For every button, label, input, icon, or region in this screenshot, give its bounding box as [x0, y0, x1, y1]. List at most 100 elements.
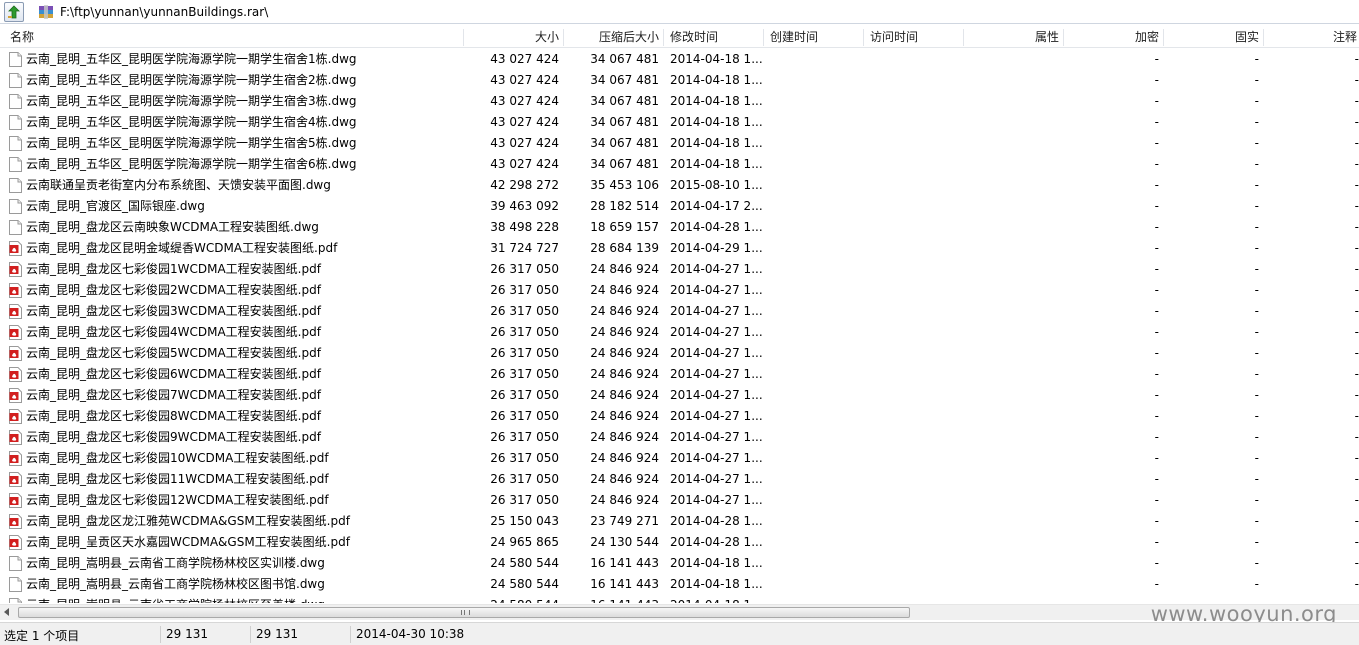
file-row[interactable]: 云南_昆明_盘龙区七彩俊园10WCDMA工程安装图纸.pdf 26 317 050…: [0, 448, 1359, 469]
col-attributes[interactable]: 属性: [964, 27, 1059, 47]
file-row[interactable]: 云南_昆明_盘龙区七彩俊园1WCDMA工程安装图纸.pdf 26 317 050 2…: [0, 259, 1359, 280]
pdf-file-icon: [9, 325, 22, 340]
file-name: 云南_昆明_五华区_昆明医学院海源学院一期学生宿舍4栋.dwg: [26, 115, 357, 129]
file-size: 26 317 050: [490, 346, 559, 360]
col-solid[interactable]: 固实: [1164, 27, 1259, 47]
file-icon: [9, 157, 22, 172]
file-row[interactable]: 云南_昆明_呈贡区天水嘉园WCDMA&GSM工程安装图纸.pdf 24 965 8…: [0, 532, 1359, 553]
file-solid: -: [1354, 514, 1359, 528]
file-name: 云南_昆明_嵩明县_云南省工商学院杨林校区实训楼.dwg: [26, 556, 325, 570]
col-modified[interactable]: 修改时间: [670, 27, 718, 47]
pdf-file-icon: [9, 535, 22, 550]
file-modified: 2014-04-27 1...: [670, 493, 762, 507]
col-comment[interactable]: 注释: [1264, 27, 1357, 47]
file-packed-size: 34 067 481: [590, 73, 659, 87]
file-solid: -: [1354, 220, 1359, 234]
file-row[interactable]: 云南_昆明_盘龙区七彩俊园4WCDMA工程安装图纸.pdf 26 317 050 2…: [0, 322, 1359, 343]
file-size: 26 317 050: [490, 409, 559, 423]
file-packed-size: 24 846 924: [590, 451, 659, 465]
file-modified: 2014-04-27 1...: [670, 472, 762, 486]
file-solid: -: [1354, 199, 1359, 213]
file-size: 26 317 050: [490, 367, 559, 381]
file-solid: -: [1354, 262, 1359, 276]
file-row[interactable]: 云南_昆明_嵩明县_云南省工商学院杨林校区图书馆.dwg 24 580 544 16…: [0, 574, 1359, 595]
file-row[interactable]: 云南_昆明_盘龙区七彩俊园9WCDMA工程安装图纸.pdf 26 317 050 2…: [0, 427, 1359, 448]
file-row[interactable]: 云南_昆明_盘龙区七彩俊园8WCDMA工程安装图纸.pdf 26 317 050 2…: [0, 406, 1359, 427]
file-size: 31 724 727: [490, 241, 559, 255]
pdf-file-icon: [9, 514, 22, 529]
file-row[interactable]: 云南_昆明_盘龙区昆明金域缇香WCDMA工程安装图纸.pdf 31 724 727…: [0, 238, 1359, 259]
file-icon: [9, 556, 22, 571]
file-modified: 2014-04-27 1...: [670, 346, 762, 360]
file-row[interactable]: 云南_昆明_盘龙区龙江雅苑WCDMA&GSM工程安装图纸.pdf 25 150 0…: [0, 511, 1359, 532]
file-packed-size: 34 067 481: [590, 94, 659, 108]
column-divider[interactable]: [763, 29, 764, 46]
file-modified: 2014-04-27 1...: [670, 304, 762, 318]
scroll-left-arrow-icon[interactable]: [4, 608, 9, 616]
file-size: 24 580 544: [490, 556, 559, 570]
file-row[interactable]: 云南_昆明_五华区_昆明医学院海源学院一期学生宿舍2栋.dwg 43 027 42…: [0, 70, 1359, 91]
col-created[interactable]: 创建时间: [770, 27, 818, 47]
up-folder-button[interactable]: [4, 1, 24, 22]
file-packed-size: 34 067 481: [590, 115, 659, 129]
file-solid: -: [1354, 451, 1359, 465]
file-row[interactable]: 云南_昆明_盘龙区七彩俊园3WCDMA工程安装图纸.pdf 26 317 050 2…: [0, 301, 1359, 322]
file-name: 云南_昆明_盘龙区七彩俊园7WCDMA工程安装图纸.pdf: [26, 388, 321, 402]
pdf-file-icon: [9, 472, 22, 487]
file-row[interactable]: 云南_昆明_五华区_昆明医学院海源学院一期学生宿舍1栋.dwg 43 027 42…: [0, 49, 1359, 70]
column-divider[interactable]: [663, 29, 664, 46]
file-packed-size: 24 846 924: [590, 388, 659, 402]
file-name: 云南_昆明_五华区_昆明医学院海源学院一期学生宿舍1栋.dwg: [26, 52, 357, 66]
file-solid: -: [1354, 136, 1359, 150]
file-name: 云南_昆明_盘龙区昆明金域缇香WCDMA工程安装图纸.pdf: [26, 241, 338, 255]
file-solid: -: [1354, 52, 1359, 66]
pdf-file-icon: [9, 451, 22, 466]
file-modified: 2014-04-18 1...: [670, 577, 762, 591]
file-row[interactable]: 云南_昆明_嵩明县_云南省工商学院杨林校区实训楼.dwg 24 580 544 16…: [0, 553, 1359, 574]
file-modified: 2014-04-27 1...: [670, 430, 762, 444]
col-name[interactable]: 名称: [10, 27, 34, 47]
col-size[interactable]: 大小: [464, 27, 559, 47]
file-row[interactable]: 云南_昆明_盘龙区七彩俊园7WCDMA工程安装图纸.pdf 26 317 050 2…: [0, 385, 1359, 406]
status-bar: 选定 1 个项目 29 131 29 131 2014-04-30 10:38: [0, 622, 1359, 645]
col-encrypted[interactable]: 加密: [1064, 27, 1159, 47]
file-icon: [9, 136, 22, 151]
file-solid: -: [1354, 493, 1359, 507]
pdf-file-icon: [9, 367, 22, 382]
file-name: 云南_昆明_盘龙区七彩俊园2WCDMA工程安装图纸.pdf: [26, 283, 321, 297]
file-name: 云南_昆明_盘龙区七彩俊园5WCDMA工程安装图纸.pdf: [26, 346, 321, 360]
file-modified: 2014-04-27 1...: [670, 283, 762, 297]
column-divider[interactable]: [863, 29, 864, 46]
grip-icon: [461, 610, 470, 615]
file-row[interactable]: 云南_昆明_盘龙区七彩俊园11WCDMA工程安装图纸.pdf 26 317 050…: [0, 469, 1359, 490]
file-modified: 2014-04-27 1...: [670, 388, 762, 402]
scrollbar-thumb[interactable]: [18, 607, 910, 618]
file-row[interactable]: 云南_昆明_盘龙区云南映象WCDMA工程安装图纸.dwg 38 498 228 18…: [0, 217, 1359, 238]
file-size: 26 317 050: [490, 430, 559, 444]
file-row[interactable]: 云南_昆明_五华区_昆明医学院海源学院一期学生宿舍3栋.dwg 43 027 42…: [0, 91, 1359, 112]
file-modified: 2015-08-10 1...: [670, 178, 762, 192]
file-size: 24 965 865: [490, 535, 559, 549]
col-packed-size[interactable]: 压缩后大小: [564, 27, 659, 47]
file-name: 云南_昆明_官渡区_国际银座.dwg: [26, 199, 205, 213]
file-row[interactable]: 云南_昆明_五华区_昆明医学院海源学院一期学生宿舍4栋.dwg 43 027 42…: [0, 112, 1359, 133]
file-solid: -: [1354, 556, 1359, 570]
file-name: 云南_昆明_呈贡区天水嘉园WCDMA&GSM工程安装图纸.pdf: [26, 535, 350, 549]
file-modified: 2014-04-27 1...: [670, 409, 762, 423]
file-size: 26 317 050: [490, 283, 559, 297]
file-row[interactable]: 云南_昆明_官渡区_国际银座.dwg 39 463 092 28 182 514 20…: [0, 196, 1359, 217]
file-solid: -: [1354, 241, 1359, 255]
file-modified: 2014-04-27 1...: [670, 367, 762, 381]
file-row[interactable]: 云南_昆明_盘龙区七彩俊园6WCDMA工程安装图纸.pdf 26 317 050 2…: [0, 364, 1359, 385]
pdf-file-icon: [9, 304, 22, 319]
file-row[interactable]: 云南_昆明_盘龙区七彩俊园5WCDMA工程安装图纸.pdf 26 317 050 2…: [0, 343, 1359, 364]
file-row[interactable]: 云南联通呈贡老街室内分布系统图、天馈安装平面图.dwg 42 298 272 35 …: [0, 175, 1359, 196]
col-accessed[interactable]: 访问时间: [870, 27, 918, 47]
archive-path[interactable]: F:\ftp\yunnan\yunnanBuildings.rar\: [60, 5, 268, 19]
file-row[interactable]: 云南_昆明_盘龙区七彩俊园2WCDMA工程安装图纸.pdf 26 317 050 2…: [0, 280, 1359, 301]
file-row[interactable]: 云南_昆明_五华区_昆明医学院海源学院一期学生宿舍5栋.dwg 43 027 42…: [0, 133, 1359, 154]
file-row[interactable]: 云南_昆明_盘龙区七彩俊园12WCDMA工程安装图纸.pdf 26 317 050…: [0, 490, 1359, 511]
file-row[interactable]: 云南_昆明_五华区_昆明医学院海源学院一期学生宿舍6栋.dwg 43 027 42…: [0, 154, 1359, 175]
file-solid: -: [1354, 388, 1359, 402]
file-list[interactable]: 云南_昆明_五华区_昆明医学院海源学院一期学生宿舍1栋.dwg 43 027 42…: [0, 49, 1359, 603]
